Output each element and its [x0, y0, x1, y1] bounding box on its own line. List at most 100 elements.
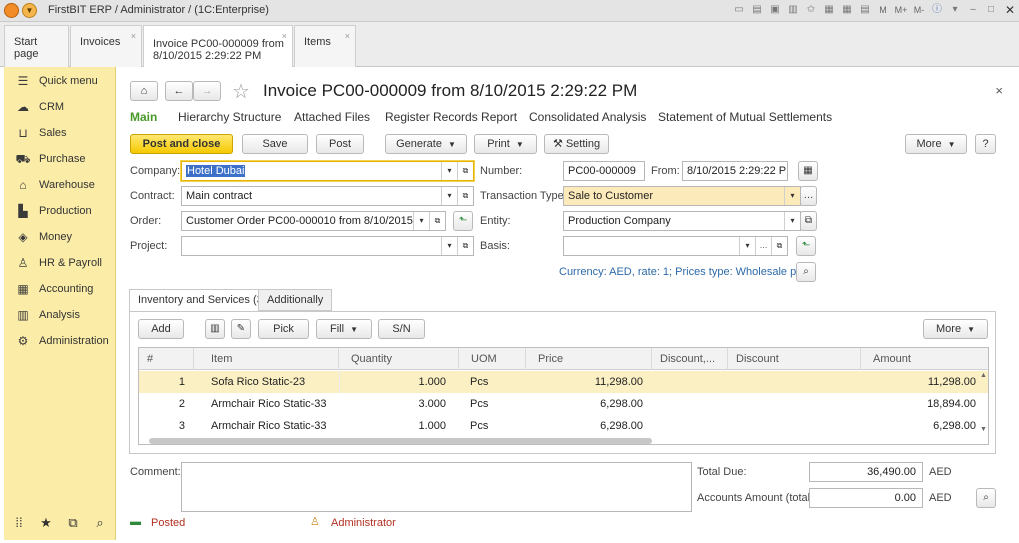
back-button[interactable]: ←: [165, 81, 193, 101]
col-amount[interactable]: Amount: [861, 348, 988, 370]
close-tab-icon[interactable]: ×: [131, 31, 136, 41]
save-icon[interactable]: ▣: [767, 1, 783, 19]
save-button[interactable]: Save: [242, 134, 308, 154]
tab-items[interactable]: Items ×: [294, 25, 356, 67]
dropdown-icon[interactable]: ▾: [947, 1, 963, 19]
nav-consolidated-analysis[interactable]: Consolidated Analysis: [529, 110, 646, 124]
sidebar-item-administration[interactable]: ⚙ Administration: [4, 330, 116, 352]
accounts-search-button[interactable]: ⌕: [976, 488, 996, 508]
table-row[interactable]: 1 Sofa Rico Static-23 1.000 Pcs 11,298.0…: [139, 371, 988, 393]
tab-invoice[interactable]: Invoice PC00-000009 from 8/10/2015 2:29:…: [143, 25, 293, 68]
tab-start-page[interactable]: Start page: [4, 25, 69, 67]
order-field[interactable]: Customer Order PC00-000010 from 8/10/201…: [181, 211, 446, 231]
col-uom[interactable]: UOM: [459, 348, 526, 370]
home-button[interactable]: ⌂: [130, 81, 158, 101]
sidebar-item-money[interactable]: ◈ Money: [4, 226, 116, 248]
vertical-scrollbar[interactable]: ▲ ▼: [980, 372, 987, 436]
comment-input[interactable]: [181, 462, 692, 512]
history-icon[interactable]: ⧉: [64, 514, 82, 532]
sidebar-item-crm[interactable]: ☁ CRM: [4, 96, 116, 118]
dropdown-icon[interactable]: ▾: [739, 237, 755, 255]
calendar-button[interactable]: ▦: [798, 161, 818, 181]
col-number[interactable]: #: [139, 348, 194, 370]
history-icon[interactable]: ▦: [821, 1, 837, 19]
app-logo-icon[interactable]: [4, 3, 19, 18]
sidebar-item-hr-payroll[interactable]: ♙ HR & Payroll: [4, 252, 116, 274]
open-icon[interactable]: ▥: [785, 1, 801, 19]
open-icon[interactable]: ⧉: [457, 162, 473, 180]
table-row[interactable]: 3 Armchair Rico Static-33 1.000 Pcs 6,29…: [139, 415, 988, 437]
col-discount[interactable]: Discount: [728, 348, 861, 370]
link-icon[interactable]: ▭: [731, 1, 747, 19]
calculator-icon[interactable]: ▤: [857, 1, 873, 19]
open-icon[interactable]: ⧉: [457, 187, 473, 205]
print-icon[interactable]: ▤: [749, 1, 765, 19]
contract-field[interactable]: Main contract ▾ ⧉: [181, 186, 474, 206]
generate-button[interactable]: Generate ▼: [385, 134, 467, 154]
nav-hierarchy-structure[interactable]: Hierarchy Structure: [178, 110, 281, 124]
forward-button[interactable]: →: [193, 81, 221, 101]
sidebar-item-quick-menu[interactable]: ☰ Quick menu: [4, 70, 116, 92]
entity-field[interactable]: Production Company ▾: [563, 211, 801, 231]
dropdown-icon[interactable]: ▾: [784, 187, 800, 205]
barcode-button[interactable]: ▥: [205, 319, 225, 339]
col-price[interactable]: Price: [526, 348, 652, 370]
open-icon[interactable]: ⧉: [429, 212, 445, 230]
dropdown-icon[interactable]: ▾: [784, 212, 800, 230]
fill-button[interactable]: Fill ▼: [316, 319, 372, 339]
number-field[interactable]: PC00-000009: [563, 161, 645, 181]
col-discount-pct[interactable]: Discount,...: [652, 348, 728, 370]
more-button[interactable]: More ▼: [905, 134, 967, 154]
table-row[interactable]: 2 Armchair Rico Static-33 3.000 Pcs 6,29…: [139, 393, 988, 415]
horizontal-scrollbar[interactable]: [149, 438, 652, 444]
minimize-icon[interactable]: –: [965, 1, 981, 19]
ellipsis-icon[interactable]: …: [755, 237, 771, 255]
search-icon[interactable]: ⌕: [91, 514, 109, 532]
pick-button[interactable]: Pick: [258, 319, 309, 339]
tab-inventory-services[interactable]: Inventory and Services (3): [129, 289, 276, 312]
pencil-button[interactable]: ✎: [231, 319, 251, 339]
print-button[interactable]: Print ▼: [474, 134, 537, 154]
scroll-down-icon[interactable]: ▼: [980, 426, 987, 433]
help-button[interactable]: ?: [975, 134, 996, 154]
currency-search-button[interactable]: ⌕: [796, 262, 816, 282]
sidebar-item-production[interactable]: ▙ Production: [4, 200, 116, 222]
maximize-icon[interactable]: □: [983, 1, 999, 19]
table-more-button[interactable]: More ▼: [923, 319, 988, 339]
dropdown-icon[interactable]: ▾: [441, 187, 457, 205]
dropdown-icon[interactable]: ▾: [441, 162, 457, 180]
tab-invoices[interactable]: Invoices ×: [70, 25, 142, 67]
favorites-star-icon[interactable]: ★: [37, 514, 55, 532]
star-icon[interactable]: ✩: [803, 1, 819, 19]
fill-basis-button[interactable]: ⬑: [796, 236, 816, 256]
mem-plus-button[interactable]: M+: [893, 1, 909, 19]
sidebar-item-warehouse[interactable]: ⌂ Warehouse: [4, 174, 116, 196]
close-tab-icon[interactable]: ×: [345, 31, 350, 41]
nav-main[interactable]: Main: [130, 110, 157, 124]
nav-statement-mutual-settlements[interactable]: Statement of Mutual Settlements: [658, 110, 832, 124]
nav-attached-files[interactable]: Attached Files: [294, 110, 370, 124]
main-menu-icon[interactable]: ▼: [22, 3, 37, 18]
fill-by-basis-button[interactable]: ⬑: [453, 211, 473, 231]
sidebar-item-analysis[interactable]: ▥ Analysis: [4, 304, 116, 326]
open-icon[interactable]: ⧉: [771, 237, 787, 255]
close-tab-icon[interactable]: ×: [282, 31, 287, 41]
dropdown-icon[interactable]: ▾: [413, 212, 429, 230]
nav-register-records-report[interactable]: Register Records Report: [385, 110, 517, 124]
calendar-icon[interactable]: ▦: [839, 1, 855, 19]
mem-minus-button[interactable]: M-: [911, 1, 927, 19]
add-row-button[interactable]: Add: [138, 319, 184, 339]
open-entity-button[interactable]: ⧉: [800, 211, 817, 231]
col-quantity[interactable]: Quantity: [339, 348, 459, 370]
mem-button[interactable]: M: [875, 1, 891, 19]
dropdown-icon[interactable]: ▾: [441, 237, 457, 255]
transaction-type-field[interactable]: Sale to Customer ▾: [563, 186, 801, 206]
tab-additionally[interactable]: Additionally: [258, 289, 333, 311]
close-window-icon[interactable]: ✕: [1001, 1, 1019, 19]
company-field[interactable]: Hotel Dubai ▾ ⧉: [181, 161, 474, 181]
sidebar-item-sales[interactable]: ⊔ Sales: [4, 122, 116, 144]
project-field[interactable]: ▾ ⧉: [181, 236, 474, 256]
scroll-up-icon[interactable]: ▲: [980, 372, 987, 379]
post-button[interactable]: Post: [316, 134, 364, 154]
sidebar-item-purchase[interactable]: ⛟ Purchase: [4, 148, 116, 170]
